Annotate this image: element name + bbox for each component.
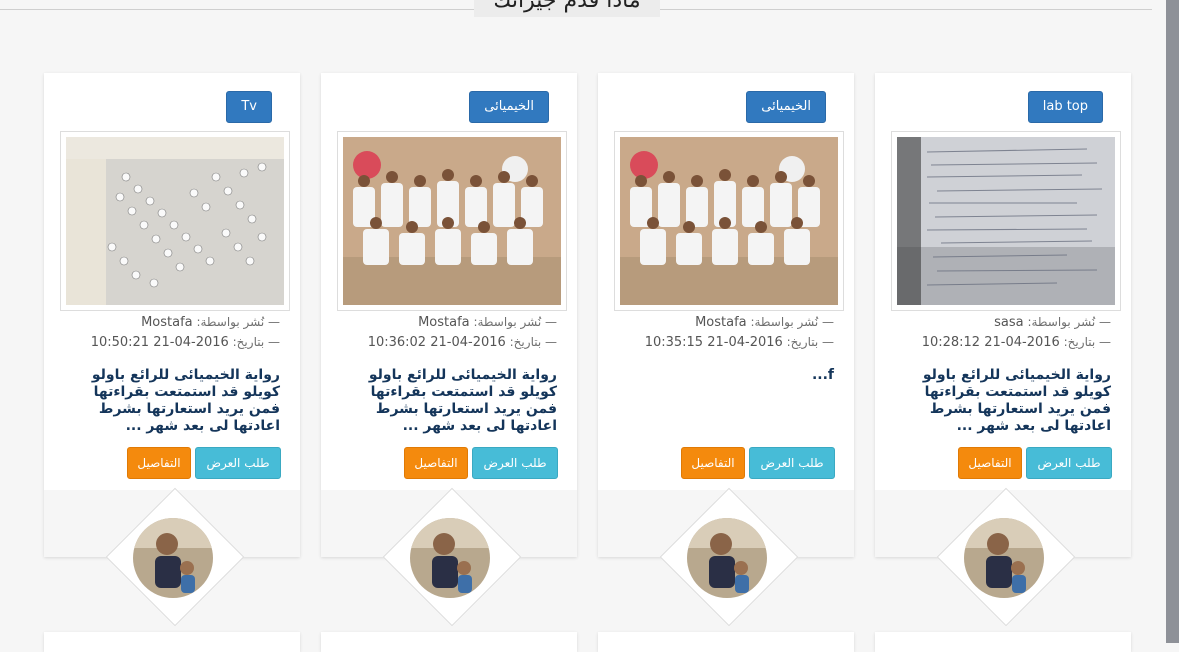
item-card: الخيميائى — نُشر بواسطة: Mostafa — بتاري… bbox=[598, 73, 854, 627]
details-button[interactable]: التفاصيل bbox=[127, 447, 191, 479]
author-name: Mostafa bbox=[141, 315, 193, 330]
details-button[interactable]: التفاصيل bbox=[681, 447, 745, 479]
date-line: — بتاريخ: 2016-04-21 10:36:02 bbox=[337, 334, 557, 351]
user-avatar[interactable] bbox=[964, 518, 1044, 598]
user-avatar[interactable] bbox=[133, 518, 213, 598]
request-button[interactable]: طلب العرض bbox=[195, 447, 281, 479]
posted-by-line: — نُشر بواسطة: sasa bbox=[891, 314, 1111, 331]
posted-by-label: — نُشر بواسطة: bbox=[473, 315, 557, 329]
next-row-card bbox=[598, 632, 854, 652]
posted-by-label: — نُشر بواسطة: bbox=[750, 315, 834, 329]
section-title: ماذا قدم جيرانك bbox=[474, 0, 660, 17]
posted-by-line: — نُشر بواسطة: Mostafa bbox=[60, 314, 280, 331]
item-description: رواية الخيميائى للرائع باولو كويلو قد اس… bbox=[368, 367, 557, 434]
request-button[interactable]: طلب العرض bbox=[1026, 447, 1112, 479]
date-label: — بتاريخ: bbox=[786, 335, 834, 349]
scrollbar-track[interactable] bbox=[1166, 0, 1179, 643]
post-date: 2016-04-21 10:35:15 bbox=[644, 335, 783, 350]
user-avatar[interactable] bbox=[410, 518, 490, 598]
item-card: الخيميائى — نُشر بواسطة: Mostafa — بتاري… bbox=[321, 73, 577, 627]
item-description: رواية الخيميائى للرائع باولو كويلو قد اس… bbox=[922, 367, 1111, 434]
date-label: — بتاريخ: bbox=[1063, 335, 1111, 349]
details-button[interactable]: التفاصيل bbox=[404, 447, 468, 479]
request-button[interactable]: طلب العرض bbox=[472, 447, 558, 479]
item-card: lab top — نُشر بواسطة: sasa — بتاريخ: 20… bbox=[875, 73, 1131, 627]
post-date: 2016-04-21 10:36:02 bbox=[367, 335, 506, 350]
category-button[interactable]: lab top bbox=[1027, 91, 1103, 123]
posted-by-label: — نُشر بواسطة: bbox=[196, 315, 280, 329]
next-row-card bbox=[321, 632, 577, 652]
item-description: رواية الخيميائى للرائع باولو كويلو قد اس… bbox=[91, 367, 280, 434]
section-divider-right bbox=[660, 9, 1152, 10]
item-photo bbox=[897, 137, 1115, 305]
item-image-frame[interactable] bbox=[60, 131, 290, 311]
next-row-card bbox=[44, 632, 300, 652]
posted-by-line: — نُشر بواسطة: Mostafa bbox=[337, 314, 557, 331]
author-name: Mostafa bbox=[695, 315, 747, 330]
date-label: — بتاريخ: bbox=[232, 335, 280, 349]
item-description: f... bbox=[811, 367, 834, 383]
category-button[interactable]: الخيميائى bbox=[746, 91, 826, 123]
author-name: Mostafa bbox=[418, 315, 470, 330]
date-line: — بتاريخ: 2016-04-21 10:50:21 bbox=[60, 334, 280, 351]
post-date: 2016-04-21 10:50:21 bbox=[90, 335, 229, 350]
posted-by-label: — نُشر بواسطة: bbox=[1027, 315, 1111, 329]
item-image-frame[interactable] bbox=[891, 131, 1121, 311]
item-card: Tv — نُشر بواسطة: Mostafa — بتاريخ: 2016… bbox=[44, 73, 300, 627]
item-photo bbox=[343, 137, 561, 305]
date-line: — بتاريخ: 2016-04-21 10:28:12 bbox=[891, 334, 1111, 351]
request-button[interactable]: طلب العرض bbox=[749, 447, 835, 479]
item-photo bbox=[66, 137, 284, 305]
post-date: 2016-04-21 10:28:12 bbox=[921, 335, 1060, 350]
user-avatar[interactable] bbox=[687, 518, 767, 598]
date-line: — بتاريخ: 2016-04-21 10:35:15 bbox=[614, 334, 834, 351]
next-row-card bbox=[875, 632, 1131, 652]
category-button[interactable]: الخيميائى bbox=[469, 91, 549, 123]
category-button[interactable]: Tv bbox=[226, 91, 272, 123]
posted-by-line: — نُشر بواسطة: Mostafa bbox=[614, 314, 834, 331]
author-name: sasa bbox=[994, 315, 1024, 330]
section-divider-left bbox=[0, 9, 474, 10]
item-image-frame[interactable] bbox=[337, 131, 567, 311]
item-image-frame[interactable] bbox=[614, 131, 844, 311]
date-label: — بتاريخ: bbox=[509, 335, 557, 349]
item-photo bbox=[620, 137, 838, 305]
details-button[interactable]: التفاصيل bbox=[958, 447, 1022, 479]
